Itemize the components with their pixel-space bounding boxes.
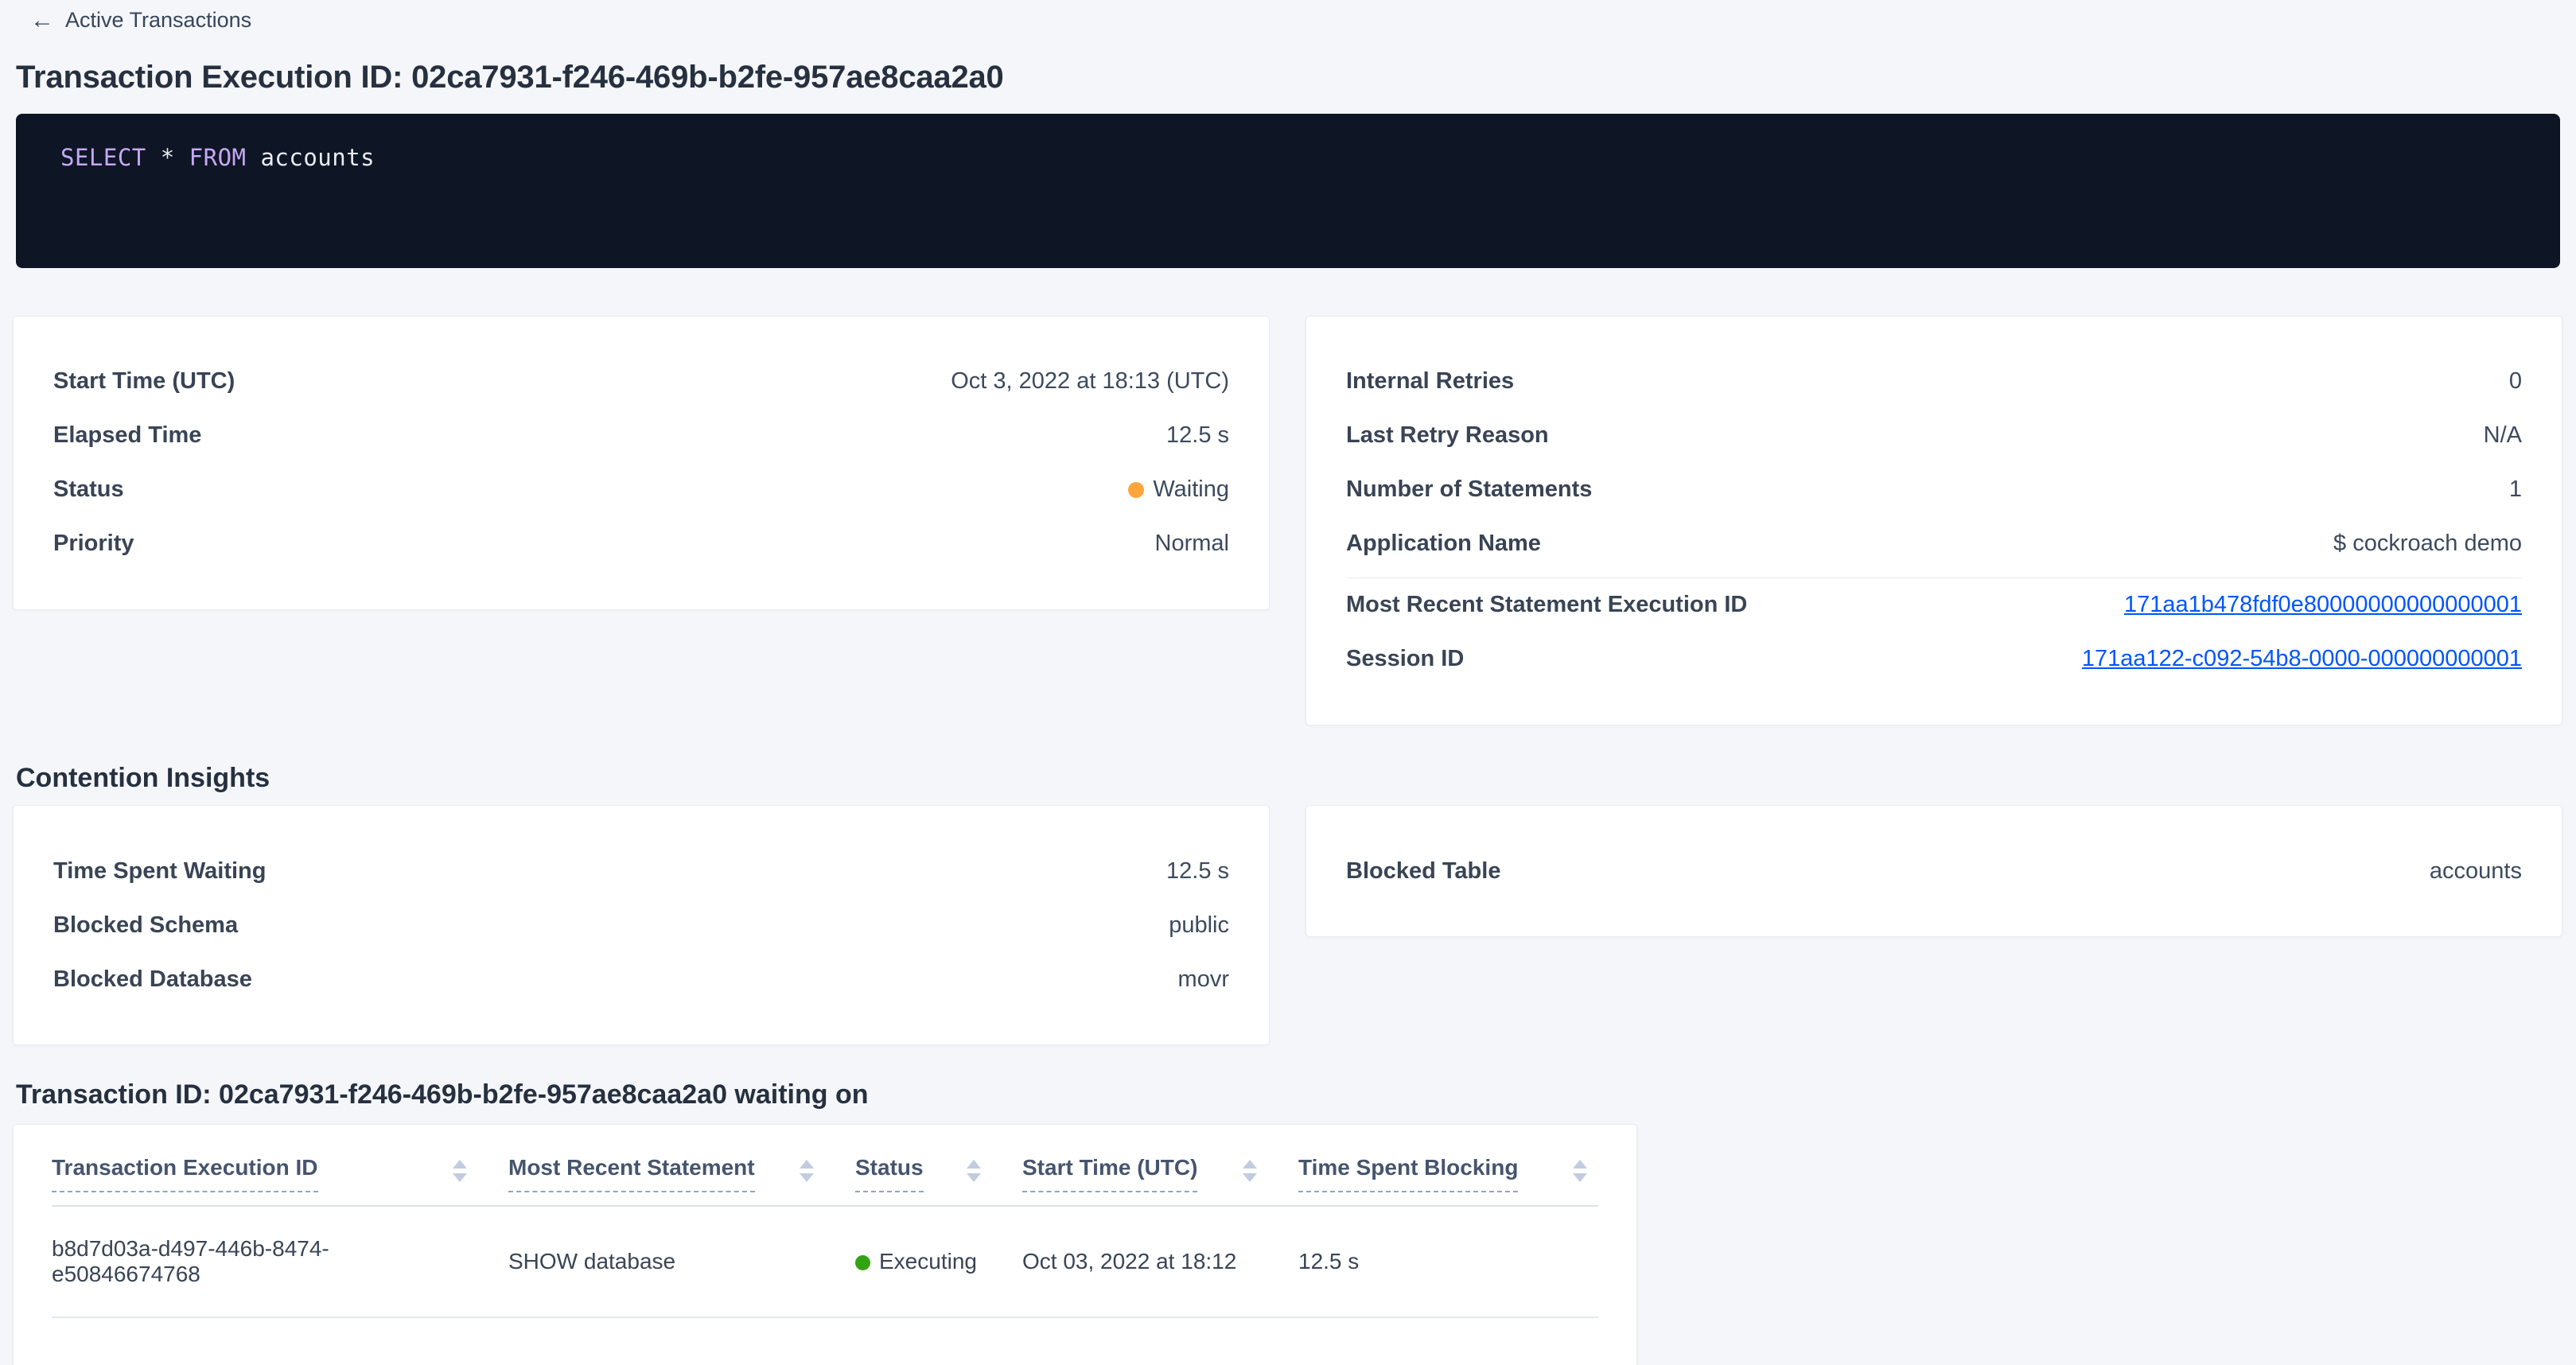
column-header-label: Time Spent Blocking bbox=[1298, 1155, 1518, 1192]
kv-label: Most Recent Statement Execution ID bbox=[1346, 592, 1747, 618]
kv-row-last-retry-reason: Last Retry Reason N/A bbox=[1346, 409, 2522, 463]
column-header-label: Status bbox=[855, 1155, 924, 1192]
cell-transaction-execution-id: b8d7d03a-d497-446b-8474-e50846674768 bbox=[52, 1236, 508, 1287]
kv-label: Blocked Schema bbox=[53, 912, 238, 939]
kv-label: Last Retry Reason bbox=[1346, 422, 1549, 449]
kv-label: Session ID bbox=[1346, 646, 1464, 672]
kv-row-session-id: Session ID 171aa122-c092-54b8-0000-00000… bbox=[1346, 632, 2522, 686]
arrow-left-icon: ← bbox=[30, 9, 54, 33]
kv-label: Elapsed Time bbox=[53, 422, 201, 449]
summary-card-right: Internal Retries 0 Last Retry Reason N/A… bbox=[1306, 316, 2562, 725]
sort-icon[interactable] bbox=[967, 1160, 981, 1182]
sort-up-icon bbox=[800, 1160, 814, 1169]
kv-row-most-recent-statement-execution-id: Most Recent Statement Execution ID 171aa… bbox=[1346, 578, 2522, 632]
page-title: Transaction Execution ID: 02ca7931-f246-… bbox=[16, 58, 2576, 96]
cell-start-time: Oct 03, 2022 at 18:12 bbox=[1022, 1249, 1298, 1274]
kv-value: 12.5 s bbox=[1166, 858, 1229, 885]
cell-status: Executing bbox=[855, 1249, 1022, 1274]
sort-down-icon bbox=[1573, 1173, 1587, 1182]
summary-cards-row: Start Time (UTC) Oct 3, 2022 at 18:13 (U… bbox=[13, 316, 2563, 725]
kv-label: Time Spent Waiting bbox=[53, 858, 266, 885]
column-header-label: Transaction Execution ID bbox=[52, 1155, 318, 1192]
summary-card-left: Start Time (UTC) Oct 3, 2022 at 18:13 (U… bbox=[13, 316, 1270, 610]
most-recent-statement-execution-id-link[interactable]: 171aa1b478fdf0e80000000000000001 bbox=[2124, 592, 2522, 618]
kv-row-time-spent-waiting: Time Spent Waiting 12.5 s bbox=[53, 844, 1229, 898]
waiting-transactions-table: Transaction Execution ID Most Recent Sta… bbox=[13, 1124, 1637, 1365]
sort-icon[interactable] bbox=[1243, 1160, 1257, 1182]
kv-row-priority: Priority Normal bbox=[53, 517, 1229, 571]
sort-up-icon bbox=[1573, 1160, 1587, 1169]
sort-icon[interactable] bbox=[800, 1160, 814, 1182]
kv-value: public bbox=[1169, 912, 1229, 939]
sort-icon[interactable] bbox=[1573, 1160, 1587, 1182]
kv-label: Blocked Table bbox=[1346, 858, 1500, 885]
kv-row-application-name: Application Name $ cockroach demo bbox=[1346, 517, 2522, 571]
column-header-status: Status bbox=[855, 1155, 1022, 1192]
sql-text: accounts bbox=[247, 144, 376, 171]
waiting-on-heading: Transaction ID: 02ca7931-f246-469b-b2fe-… bbox=[16, 1079, 2576, 1111]
kv-value: 0 bbox=[2509, 368, 2522, 395]
back-link-label: Active Transactions bbox=[65, 8, 251, 33]
status-text: Executing bbox=[879, 1249, 977, 1274]
kv-row-internal-retries: Internal Retries 0 bbox=[1346, 355, 2522, 409]
kv-label: Application Name bbox=[1346, 531, 1541, 557]
kv-label: Status bbox=[53, 476, 124, 503]
column-header-most-recent-statement: Most Recent Statement bbox=[508, 1155, 855, 1192]
kv-value: $ cockroach demo bbox=[2333, 531, 2522, 557]
sql-keyword: SELECT bbox=[60, 144, 146, 171]
kv-value: Normal bbox=[1155, 531, 1229, 557]
cell-most-recent-statement: SHOW database bbox=[508, 1249, 855, 1274]
cell-time-spent-blocking: 12.5 s bbox=[1298, 1249, 1598, 1274]
column-header-transaction-execution-id: Transaction Execution ID bbox=[52, 1155, 508, 1192]
kv-value: N/A bbox=[2484, 422, 2522, 449]
contention-card-left: Time Spent Waiting 12.5 s Blocked Schema… bbox=[13, 805, 1270, 1045]
kv-row-blocked-table: Blocked Table accounts bbox=[1346, 844, 2522, 898]
kv-row-elapsed-time: Elapsed Time 12.5 s bbox=[53, 409, 1229, 463]
sql-text: * bbox=[146, 144, 189, 171]
kv-label: Number of Statements bbox=[1346, 476, 1592, 503]
kv-row-blocked-schema: Blocked Schema public bbox=[53, 898, 1229, 952]
kv-value: 1 bbox=[2509, 476, 2522, 503]
sort-up-icon bbox=[453, 1160, 467, 1169]
contention-insights-heading: Contention Insights bbox=[16, 762, 2576, 795]
sort-down-icon bbox=[453, 1173, 467, 1182]
status-dot-waiting-icon bbox=[1128, 482, 1144, 498]
status-dot-executing-icon bbox=[855, 1255, 870, 1270]
sql-statement-box: SELECT * FROM accounts bbox=[16, 114, 2560, 268]
kv-row-start-time: Start Time (UTC) Oct 3, 2022 at 18:13 (U… bbox=[53, 355, 1229, 409]
sort-up-icon bbox=[1243, 1160, 1257, 1169]
back-link-active-transactions[interactable]: ← Active Transactions bbox=[30, 8, 251, 33]
contention-cards-row: Time Spent Waiting 12.5 s Blocked Schema… bbox=[13, 805, 2563, 1045]
column-header-label: Most Recent Statement bbox=[508, 1155, 755, 1192]
kv-value: movr bbox=[1178, 966, 1229, 993]
table-row: b8d7d03a-d497-446b-8474-e50846674768 SHO… bbox=[52, 1207, 1598, 1318]
sort-down-icon bbox=[1243, 1173, 1257, 1182]
column-header-time-spent-blocking: Time Spent Blocking bbox=[1298, 1155, 1598, 1192]
kv-label: Internal Retries bbox=[1346, 368, 1514, 395]
kv-value: 12.5 s bbox=[1166, 422, 1229, 449]
kv-row-blocked-database: Blocked Database movr bbox=[53, 952, 1229, 1006]
kv-label: Priority bbox=[53, 531, 134, 557]
column-header-start-time: Start Time (UTC) bbox=[1022, 1155, 1298, 1192]
kv-label: Start Time (UTC) bbox=[53, 368, 235, 395]
sql-keyword: FROM bbox=[189, 144, 247, 171]
sort-up-icon bbox=[967, 1160, 981, 1169]
kv-value: accounts bbox=[2430, 858, 2522, 885]
sort-down-icon bbox=[967, 1173, 981, 1182]
sql-statement: SELECT * FROM accounts bbox=[60, 144, 2516, 171]
status-text: Waiting bbox=[1153, 476, 1229, 502]
sort-icon[interactable] bbox=[453, 1160, 467, 1182]
table-header-row: Transaction Execution ID Most Recent Sta… bbox=[52, 1155, 1598, 1207]
status-value: Waiting bbox=[1128, 476, 1229, 503]
kv-row-number-of-statements: Number of Statements 1 bbox=[1346, 463, 2522, 517]
column-header-label: Start Time (UTC) bbox=[1022, 1155, 1197, 1192]
contention-card-right: Blocked Table accounts bbox=[1306, 805, 2562, 937]
kv-value: Oct 3, 2022 at 18:13 (UTC) bbox=[951, 368, 1229, 395]
kv-label: Blocked Database bbox=[53, 966, 252, 993]
transaction-details-page: ← Active Transactions Transaction Execut… bbox=[0, 0, 2576, 1365]
kv-row-status: Status Waiting bbox=[53, 463, 1229, 517]
sort-down-icon bbox=[800, 1173, 814, 1182]
session-id-link[interactable]: 171aa122-c092-54b8-0000-000000000001 bbox=[2082, 646, 2522, 672]
